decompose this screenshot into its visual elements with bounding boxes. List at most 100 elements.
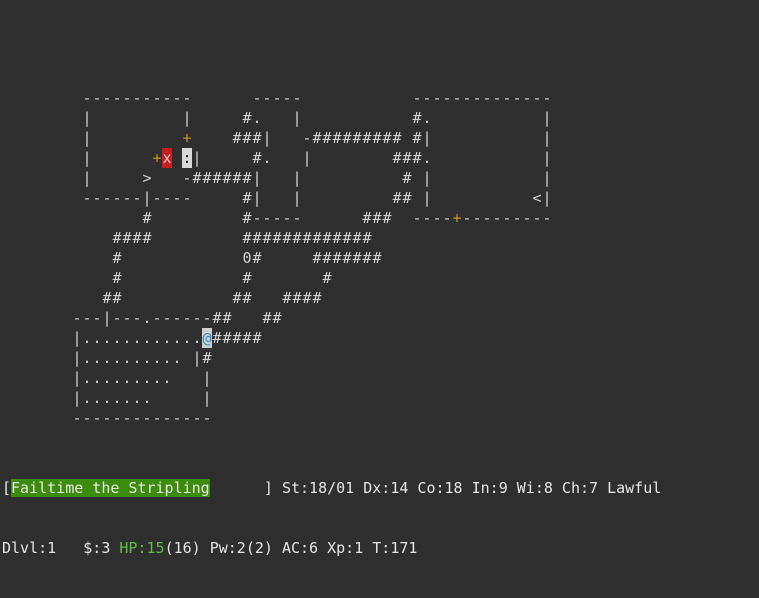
- map-blank: [142, 248, 152, 268]
- map-tile: -: [152, 309, 162, 327]
- map-blank: [222, 248, 232, 268]
- map-tile: -: [132, 89, 142, 107]
- map-tile: -: [82, 89, 92, 107]
- map-tile: #: [412, 149, 422, 167]
- map-tile: #: [242, 169, 252, 187]
- map-blank: [52, 408, 62, 428]
- map-blank: [342, 148, 352, 168]
- map-blank: [42, 228, 52, 248]
- map-tile: -: [442, 89, 452, 107]
- map-blank: [92, 268, 102, 288]
- map-tile: #: [252, 249, 262, 267]
- map-blank: [202, 108, 212, 128]
- map-blank: [102, 268, 112, 288]
- map-blank: [132, 208, 142, 228]
- map-tile: .: [122, 329, 132, 347]
- map-tile: #: [252, 149, 262, 167]
- map-tile: #: [372, 249, 382, 267]
- map-tile: -: [92, 309, 102, 327]
- map-blank: [302, 208, 312, 228]
- map-tile: -: [472, 209, 482, 227]
- map-blank: [12, 88, 22, 108]
- map-blank: [42, 288, 52, 308]
- map-tile: #: [352, 229, 362, 247]
- map-tile: #: [112, 289, 122, 307]
- map-blank: [192, 388, 202, 408]
- map-tile: |: [262, 129, 272, 147]
- map-blank: [192, 268, 202, 288]
- map-tile: -: [182, 189, 192, 207]
- map-blank: [302, 108, 312, 128]
- map-tile: -: [132, 409, 142, 427]
- map-blank: [32, 168, 42, 188]
- map-blank: [512, 188, 522, 208]
- map-tile: .: [142, 309, 152, 327]
- map-blank: [262, 268, 272, 288]
- map-blank: [172, 368, 182, 388]
- map-blank: [152, 268, 162, 288]
- map-blank: [192, 248, 202, 268]
- map-tile: #: [322, 269, 332, 287]
- map-blank: [522, 128, 532, 148]
- map-blank: [152, 248, 162, 268]
- map-tile: #: [242, 109, 252, 127]
- map-blank: [212, 288, 222, 308]
- map-tile: -: [92, 89, 102, 107]
- map-blank: [202, 188, 212, 208]
- map-blank: [212, 148, 222, 168]
- map-blank: [12, 208, 22, 228]
- map-tile: #: [312, 289, 322, 307]
- map-blank: [102, 208, 112, 228]
- map-blank: [382, 188, 392, 208]
- map-tile: -: [432, 209, 442, 227]
- map-tile: .: [162, 329, 172, 347]
- map-blank: [342, 188, 352, 208]
- map-tile: #: [292, 229, 302, 247]
- map-tile: |: [202, 389, 212, 407]
- map-blank: [442, 128, 452, 148]
- map-tile: #: [332, 129, 342, 147]
- map-blank: [62, 128, 72, 148]
- map-blank: [82, 228, 92, 248]
- map-tile: #: [232, 329, 242, 347]
- map-blank: [2, 208, 12, 228]
- map-blank: [32, 388, 42, 408]
- map-blank: [352, 188, 362, 208]
- monster-glyph[interactable]: :: [182, 148, 192, 168]
- map-blank: [42, 188, 52, 208]
- map-blank: [432, 188, 442, 208]
- map-blank: [112, 168, 122, 188]
- map-blank: [272, 148, 282, 168]
- map-blank: [192, 188, 202, 208]
- map-blank: [2, 128, 12, 148]
- map-row: | | #. | #. |: [2, 108, 552, 128]
- map-blank: [272, 108, 282, 128]
- map-tile: #: [392, 129, 402, 147]
- map-row: # # #: [2, 268, 332, 288]
- map-row: ## ## ####: [2, 288, 322, 308]
- map-blank: [172, 268, 182, 288]
- monster-glyph[interactable]: x: [162, 148, 172, 168]
- map-tile: .: [132, 349, 142, 367]
- map-blank: [342, 108, 352, 128]
- map-tile: |: [72, 389, 82, 407]
- map-blank: [32, 128, 42, 148]
- map-tile: -: [502, 89, 512, 107]
- map-tile: #: [362, 209, 372, 227]
- map-tile: #: [192, 169, 202, 187]
- attributes: St:18/01 Dx:14 Co:18 In:9 Wi:8 Ch:7 Lawf…: [281, 479, 662, 497]
- map-blank: [72, 148, 82, 168]
- map-blank: [352, 88, 362, 108]
- map-blank: [132, 168, 142, 188]
- map-blank: [72, 248, 82, 268]
- player-glyph[interactable]: @: [202, 328, 212, 348]
- map-tile: -: [172, 189, 182, 207]
- map-tile: #: [242, 129, 252, 147]
- map-blank: [502, 148, 512, 168]
- map-blank: [452, 148, 462, 168]
- map-tile: #: [382, 209, 392, 227]
- map-blank: [362, 108, 372, 128]
- map-blank: [362, 188, 372, 208]
- map-tile: -: [412, 209, 422, 227]
- game-screen[interactable]: ----------- ----- -------------- | | #. …: [0, 0, 759, 557]
